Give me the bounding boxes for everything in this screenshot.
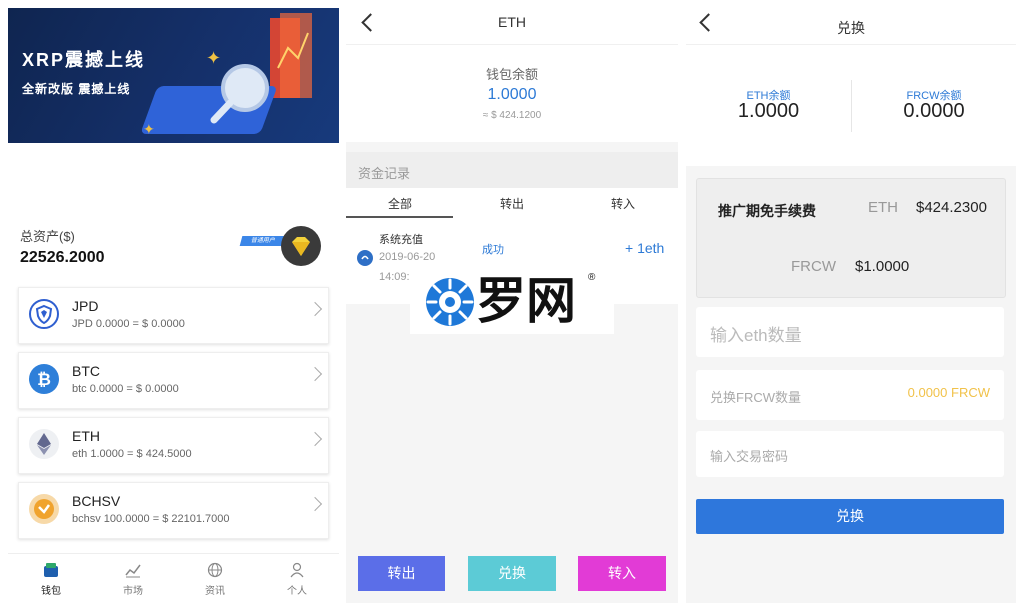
chevron-right-icon xyxy=(307,496,323,512)
record-date: 2019-06-20 xyxy=(379,251,436,263)
eth-amount-input[interactable]: 输入eth数量 xyxy=(696,307,1004,357)
frcw-balance-value: 0.0000 xyxy=(903,100,965,122)
shield-icon xyxy=(29,299,59,329)
tab-all[interactable]: 全部 xyxy=(388,195,412,212)
rate-card: 推广期免手续费 ETH $424.2300 FRCW $1.0000 xyxy=(696,178,1006,298)
page-title: ETH xyxy=(498,14,526,30)
watermark-logo: 罗网 ® xyxy=(410,268,614,334)
bchsv-icon xyxy=(29,494,59,524)
swap-submit-button[interactable]: 兑换 xyxy=(696,499,1004,534)
trade-password-input[interactable]: 输入交易密码 xyxy=(696,431,1004,477)
bottom-nav: 钱包 市场 资讯 个人 xyxy=(8,553,339,603)
frcw-amount-field: 兑换FRCW数量 0.0000 FRCW xyxy=(696,370,1004,420)
page-title: 兑换 xyxy=(837,20,865,36)
user-level-tag: 普通用户 xyxy=(239,236,287,246)
banner-art: ✦ ✦ xyxy=(141,13,312,137)
nav-label: 市场 xyxy=(123,586,143,597)
eth-rate-label: ETH xyxy=(868,199,898,216)
coin-detail: btc 0.0000 = $ 0.0000 xyxy=(72,383,179,395)
coin-detail: bchsv 100.0000 = $ 22101.7000 xyxy=(72,513,230,525)
records-section-title: 资金记录 xyxy=(346,152,678,188)
bitcoin-icon: ₿ xyxy=(29,364,59,394)
coin-name: ETH xyxy=(72,428,100,444)
trade-password-placeholder: 输入交易密码 xyxy=(710,449,789,464)
watermark-text: 罗网 xyxy=(476,272,576,330)
banner-subtitle: 全新改版 震撼上线 xyxy=(22,82,131,96)
user-icon xyxy=(290,562,304,578)
nav-item-market[interactable]: 市场 xyxy=(92,554,174,603)
wallet-panel: ✦ ✦ XRP震撼上线 全新改版 震撼上线 总资产($) 22526.2000 … xyxy=(8,0,339,603)
transfer-out-button[interactable]: 转出 xyxy=(358,556,445,591)
record-amount: + 1eth xyxy=(625,240,665,256)
ethereum-icon xyxy=(29,429,59,459)
nav-label: 钱包 xyxy=(41,586,61,597)
tab-transfer-in[interactable]: 转入 xyxy=(611,195,635,212)
chevron-right-icon xyxy=(307,301,323,317)
header: ETH xyxy=(346,0,678,45)
chevron-right-icon xyxy=(307,431,323,447)
registered-mark: ® xyxy=(588,272,596,283)
globe-icon xyxy=(207,562,223,578)
total-assets-label: 总资产($) xyxy=(20,229,75,244)
frcw-amount-value: 0.0000 FRCW xyxy=(907,385,990,400)
watermark-emblem-icon xyxy=(426,278,474,326)
svg-text:₿: ₿ xyxy=(37,370,51,389)
nav-item-wallet[interactable]: 钱包 xyxy=(10,554,92,603)
coin-name: JPD xyxy=(72,298,99,314)
wallet-icon xyxy=(44,563,58,577)
coin-row-bchsv[interactable]: BCHSV bchsv 100.0000 = $ 22101.7000 xyxy=(18,482,329,539)
eth-rate-value: $424.2300 xyxy=(916,199,987,216)
nav-item-news[interactable]: 资讯 xyxy=(174,554,256,603)
coin-row-eth[interactable]: ETH eth 1.0000 = $ 424.5000 xyxy=(18,417,329,474)
nav-label: 个人 xyxy=(287,586,307,597)
chart-icon xyxy=(125,564,141,578)
record-tabs: 全部 转出 转入 xyxy=(346,188,678,218)
coin-detail: eth 1.0000 = $ 424.5000 xyxy=(72,448,192,460)
coin-row-btc[interactable]: ₿ BTC btc 0.0000 = $ 0.0000 xyxy=(18,352,329,409)
coin-name: BCHSV xyxy=(72,493,121,509)
coin-row-jpd[interactable]: JPD JPD 0.0000 = $ 0.0000 xyxy=(18,287,329,344)
svg-text:✦: ✦ xyxy=(206,48,221,68)
svg-text:✦: ✦ xyxy=(143,121,155,137)
wallet-balance-usd: ≈ $ 424.1200 xyxy=(482,110,542,121)
frcw-rate-value: $1.0000 xyxy=(855,258,910,275)
banner-title: XRP震撼上线 xyxy=(22,50,146,70)
swap-panel: 兑换 ETH余额 1.0000 FRCW余额 0.0000 推广期免手续费 ET… xyxy=(686,0,1016,603)
record-time: 14:09: xyxy=(379,271,410,283)
eth-amount-placeholder: 输入eth数量 xyxy=(710,326,802,345)
promo-label: 推广期免手续费 xyxy=(718,203,816,219)
tab-transfer-out[interactable]: 转出 xyxy=(500,195,524,212)
exchange-button[interactable]: 兑换 xyxy=(468,556,556,591)
frcw-amount-label: 兑换FRCW数量 xyxy=(710,390,801,405)
eth-balance-value: 1.0000 xyxy=(737,100,800,122)
coin-detail: JPD 0.0000 = $ 0.0000 xyxy=(72,318,185,330)
promo-banner[interactable]: ✦ ✦ XRP震撼上线 全新改版 震撼上线 xyxy=(8,8,339,143)
records-title-text: 资金记录 xyxy=(358,166,411,181)
record-type: 系统充值 xyxy=(379,234,423,246)
coin-name: BTC xyxy=(72,363,100,379)
nav-item-profile[interactable]: 个人 xyxy=(256,554,338,603)
wallet-balance-value: 1.0000 xyxy=(487,86,537,103)
total-assets-value: 22526.2000 xyxy=(20,249,105,266)
record-type-icon xyxy=(357,250,373,266)
record-status: 成功 xyxy=(482,244,504,256)
chevron-right-icon xyxy=(307,366,323,382)
diamond-badge-icon[interactable] xyxy=(281,226,321,266)
frcw-rate-label: FRCW xyxy=(791,258,836,275)
wallet-balance-label: 钱包余额 xyxy=(485,67,538,82)
nav-label: 资讯 xyxy=(205,586,225,597)
transfer-in-button[interactable]: 转入 xyxy=(578,556,666,591)
header: 兑换 xyxy=(686,0,1016,45)
